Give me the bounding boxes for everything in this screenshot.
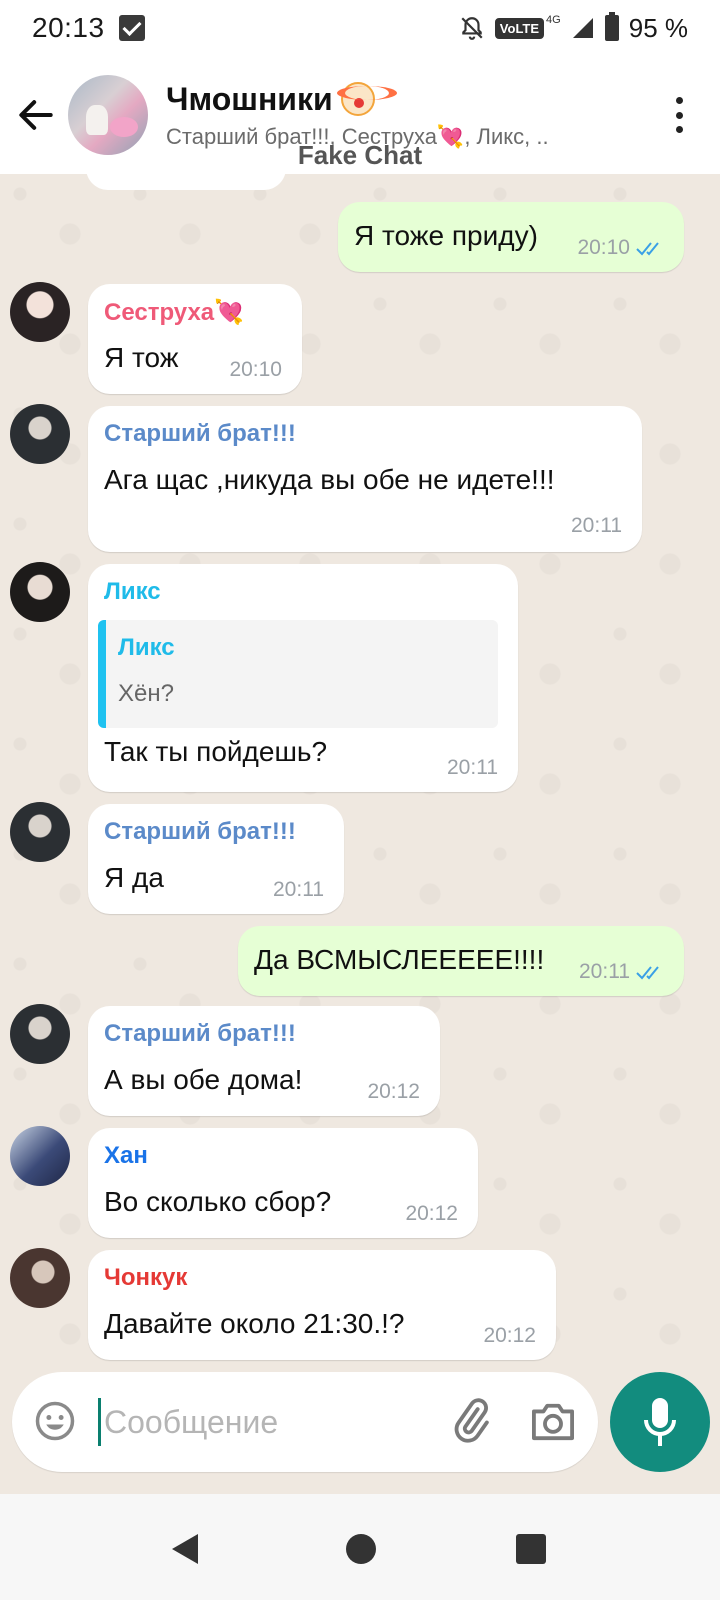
message-input[interactable]: Сообщение <box>12 1372 598 1472</box>
double-check-icon <box>636 242 659 256</box>
double-check-icon <box>636 966 659 980</box>
message-text: Давайте около 21:30.!? <box>104 1308 405 1339</box>
chat-title: Чмошники <box>166 80 333 117</box>
previous-message-bubble <box>86 174 286 190</box>
message-incoming[interactable]: Сеструха💘 Я тож 20:10 <box>88 284 302 394</box>
sender-name[interactable]: Старший брат!!! <box>104 818 296 846</box>
status-bar: 20:13 VoLTE 4G 95 % <box>0 0 720 56</box>
avatar-lix[interactable] <box>10 562 70 622</box>
message-text: Я да <box>104 862 164 893</box>
chat-title-row: Чмошники <box>166 81 626 118</box>
status-icons: VoLTE 4G 95 % <box>459 12 688 44</box>
network-type: 4G <box>546 14 561 26</box>
system-nav-bar <box>0 1494 720 1600</box>
message-incoming[interactable]: Хан Во сколько сбор? 20:12 <box>88 1128 478 1238</box>
volte-indicator: VoLTE <box>494 17 545 39</box>
battery-icon <box>604 12 619 41</box>
clown-emoji-icon <box>336 82 397 116</box>
message-time: 20:11 <box>447 756 498 779</box>
message-incoming[interactable]: Старший брат!!! Ага щас ,никуда вы обе н… <box>88 406 642 552</box>
avatar-han[interactable] <box>10 1126 70 1186</box>
message-time: 20:11 <box>579 960 630 983</box>
message-text: Я тож <box>104 342 179 373</box>
message-text: Ага щас ,никуда вы обе не идете!!! <box>104 464 555 495</box>
avatar-brother[interactable] <box>10 404 70 464</box>
message-text: Да ВСМЫСЛЕЕЕЕЕ!!!! <box>254 944 545 975</box>
message-time: 20:12 <box>367 1080 420 1103</box>
message-time: 20:11 <box>273 878 324 901</box>
message-incoming[interactable]: Чонкук Давайте около 21:30.!? 20:12 <box>88 1250 556 1360</box>
microphone-icon <box>644 1398 676 1446</box>
sender-name[interactable]: Хан <box>104 1142 148 1170</box>
nav-recents-icon[interactable] <box>516 1534 546 1564</box>
bell-off-icon <box>459 15 485 41</box>
avatar-sister[interactable] <box>10 282 70 342</box>
message-text: А вы обе дома! <box>104 1064 303 1095</box>
message-text: Во сколько сбор? <box>104 1186 332 1217</box>
quoted-reply[interactable]: Ликс Хён? <box>98 620 498 728</box>
checkbox-notification-icon <box>118 15 145 41</box>
text-cursor <box>98 1398 101 1446</box>
sender-name[interactable]: Чонкук <box>104 1264 187 1292</box>
nav-back-icon[interactable] <box>170 1532 200 1566</box>
message-time: 20:12 <box>483 1324 536 1347</box>
status-time: 20:13 <box>32 12 105 43</box>
nav-home-icon[interactable] <box>346 1534 376 1564</box>
arrow-left-icon[interactable] <box>14 93 58 137</box>
sender-name[interactable]: Старший брат!!! <box>104 420 296 448</box>
message-outgoing[interactable]: Да ВСМЫСЛЕЕЕЕЕ!!!! 20:11 <box>238 926 684 996</box>
message-text: Я тоже приду) <box>354 220 538 251</box>
avatar-jungkook[interactable] <box>10 1248 70 1308</box>
message-time: 20:11 <box>571 514 622 537</box>
message-incoming[interactable]: Ликс Ликс Хён? Так ты пойдешь? 20:11 <box>88 564 518 792</box>
composer: Сообщение <box>0 1372 720 1494</box>
sender-name[interactable]: Ликс <box>104 578 161 606</box>
reply-text: Хён? <box>118 680 174 707</box>
message-text: Так ты пойдешь? <box>104 736 328 767</box>
message-list[interactable]: Я тоже приду) 20:10 Сеструха💘 Я тож 20:1… <box>0 174 720 1494</box>
more-vertical-icon[interactable] <box>676 97 684 133</box>
message-time: 20:10 <box>229 358 282 381</box>
message-incoming[interactable]: Старший брат!!! А вы обе дома! 20:12 <box>88 1006 440 1116</box>
camera-icon[interactable] <box>530 1400 576 1442</box>
signal-icon <box>572 18 593 38</box>
microphone-button[interactable] <box>610 1372 710 1472</box>
avatar-brother[interactable] <box>10 802 70 862</box>
battery-percent: 95 % <box>628 12 688 43</box>
message-time: 20:12 <box>405 1202 458 1225</box>
message-outgoing[interactable]: Я тоже приду) 20:10 <box>338 202 684 272</box>
message-placeholder: Сообщение <box>104 1404 279 1440</box>
message-incoming[interactable]: Старший брат!!! Я да 20:11 <box>88 804 344 914</box>
paperclip-icon[interactable] <box>448 1398 494 1444</box>
fake-chat-watermark: Fake Chat <box>297 140 423 170</box>
sender-name[interactable]: Сеструха💘 <box>104 298 244 327</box>
avatar-brother[interactable] <box>10 1004 70 1064</box>
reply-sender: Ликс <box>118 634 175 661</box>
emoji-icon[interactable] <box>34 1400 76 1442</box>
message-time: 20:10 <box>577 236 630 259</box>
sender-name[interactable]: Старший брат!!! <box>104 1020 296 1048</box>
